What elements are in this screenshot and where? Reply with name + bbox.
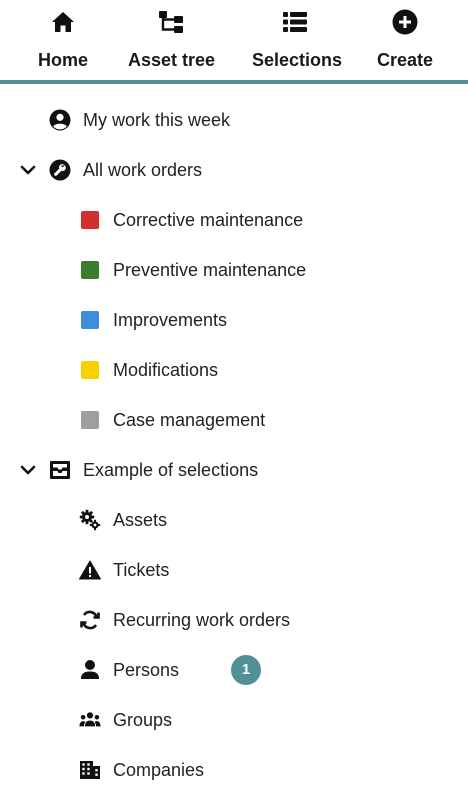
menu-item-label: Groups bbox=[113, 710, 173, 730]
nav-selections[interactable]: Selections bbox=[248, 0, 344, 80]
color-swatch bbox=[81, 411, 99, 429]
sync-icon bbox=[79, 609, 101, 631]
nav-asset-tree[interactable]: Asset tree bbox=[122, 0, 220, 80]
menu-group-label: All work orders bbox=[83, 160, 203, 180]
color-swatch bbox=[81, 211, 99, 229]
nav-create-label: Create bbox=[377, 50, 434, 70]
nav-home-label: Home bbox=[38, 50, 89, 70]
menu-group-all-work-orders[interactable]: All work orders bbox=[0, 145, 468, 195]
menu-item-label: Recurring work orders bbox=[113, 610, 291, 630]
menu-group-example-selections[interactable]: Example of selections bbox=[0, 445, 468, 495]
nav-asset-tree-label: Asset tree bbox=[128, 50, 216, 70]
menu-item-companies[interactable]: Companies bbox=[0, 745, 468, 795]
menu-item-assets[interactable]: Assets bbox=[0, 495, 468, 545]
menu-item-label: Case management bbox=[113, 410, 266, 430]
group-icon bbox=[79, 709, 101, 731]
user-circle-icon bbox=[49, 109, 71, 131]
nav-create[interactable]: Create bbox=[370, 0, 440, 80]
wrench-icon bbox=[49, 159, 71, 181]
menu-item-groups[interactable]: Groups bbox=[0, 695, 468, 745]
menu-item-improvements[interactable]: Improvements bbox=[0, 295, 468, 345]
menu-item-label: Companies bbox=[113, 760, 205, 780]
nav-divider bbox=[0, 80, 468, 84]
warning-icon bbox=[79, 559, 101, 581]
top-navigation: Home Asset tree Selections Create bbox=[0, 0, 468, 80]
menu-item-label: My work this week bbox=[83, 110, 231, 130]
plus-circle-icon bbox=[392, 9, 418, 35]
menu-item-preventive-maintenance[interactable]: Preventive maintenance bbox=[0, 245, 468, 295]
menu-item-recurring-work-orders[interactable]: Recurring work orders bbox=[0, 595, 468, 645]
menu-item-label: Tickets bbox=[113, 560, 170, 580]
color-swatch bbox=[81, 361, 99, 379]
menu-item-label: Assets bbox=[113, 510, 168, 530]
building-icon bbox=[79, 759, 101, 781]
chevron-down-icon[interactable] bbox=[18, 460, 38, 480]
menu-group-label: Example of selections bbox=[83, 460, 259, 480]
gears-icon bbox=[79, 509, 101, 531]
count-badge: 1 bbox=[231, 655, 261, 685]
nav-home[interactable]: Home bbox=[22, 0, 104, 80]
color-swatch bbox=[81, 311, 99, 329]
menu-item-persons[interactable]: Persons 1 bbox=[0, 645, 468, 695]
menu-item-label: Persons bbox=[113, 660, 180, 680]
menu-item-corrective-maintenance[interactable]: Corrective maintenance bbox=[0, 195, 468, 245]
menu-item-tickets[interactable]: Tickets bbox=[0, 545, 468, 595]
menu-item-my-work[interactable]: My work this week bbox=[0, 95, 468, 145]
asset-tree-icon bbox=[158, 9, 184, 35]
menu-item-label: Preventive maintenance bbox=[113, 260, 307, 280]
menu-item-modifications[interactable]: Modifications bbox=[0, 345, 468, 395]
menu-item-case-management[interactable]: Case management bbox=[0, 395, 468, 445]
color-swatch bbox=[81, 261, 99, 279]
inbox-icon bbox=[49, 459, 71, 481]
chevron-down-icon[interactable] bbox=[18, 160, 38, 180]
menu-item-label: Modifications bbox=[113, 360, 219, 380]
home-icon bbox=[50, 9, 76, 35]
menu-item-label: Corrective maintenance bbox=[113, 210, 304, 230]
menu-item-label: Improvements bbox=[113, 310, 228, 330]
nav-selections-label: Selections bbox=[252, 50, 343, 70]
person-icon bbox=[79, 659, 101, 681]
list-icon bbox=[282, 9, 308, 35]
